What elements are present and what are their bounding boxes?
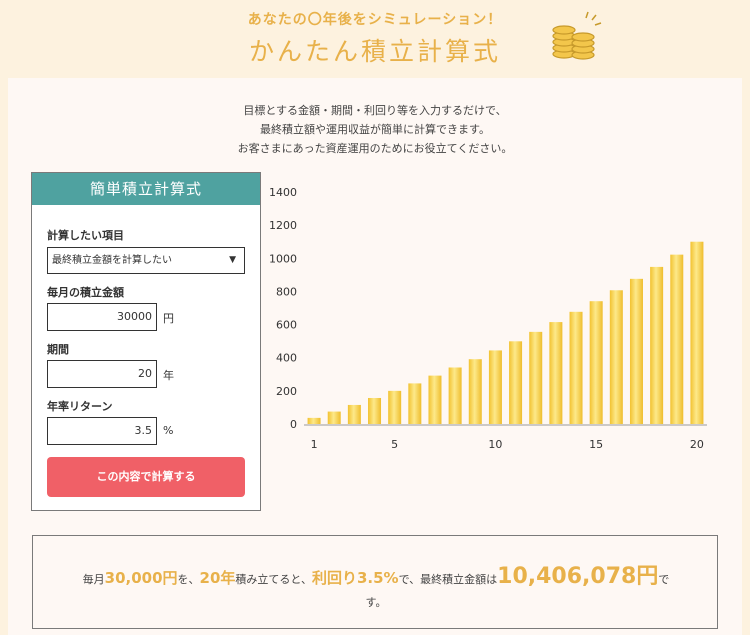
coins-icon	[552, 11, 602, 60]
chart-bar	[650, 266, 664, 424]
result-text-part: で	[658, 573, 670, 586]
x-tick-label: 10	[488, 438, 502, 451]
period-input[interactable]: 20	[47, 360, 157, 388]
result-text-part: 積み立てると、	[235, 573, 312, 586]
monthly-amount-input[interactable]: 30000	[47, 303, 157, 331]
calculate-button[interactable]: この内容で計算する	[47, 457, 245, 497]
return-input[interactable]: 3.5	[47, 417, 157, 445]
period-label: 期間	[47, 343, 69, 356]
monthly-unit: 円	[163, 312, 174, 325]
y-tick-label: 600	[276, 319, 297, 332]
chart-bar	[408, 383, 422, 424]
chart-bar	[529, 331, 543, 424]
y-tick-label: 0	[290, 418, 297, 431]
chart-bar	[327, 411, 341, 424]
chart-bar	[509, 341, 523, 424]
result-text-part: で、最終積立金額は	[398, 573, 498, 586]
chart-bar	[488, 350, 502, 424]
chart-bar	[347, 404, 361, 424]
chart-bar	[690, 241, 704, 424]
y-tick-label: 800	[276, 285, 297, 298]
y-tick-label: 1400	[269, 186, 297, 199]
chart-bar	[549, 322, 563, 424]
chart-bar	[468, 359, 482, 424]
chart-bar	[670, 254, 684, 424]
chart-bar	[368, 397, 382, 424]
result-box: 毎月30,000円を、20年積み立てると、利回り3.5%で、最終積立金額は10,…	[32, 535, 718, 629]
intro-line: 最終積立額や運用収益が簡単に計算できます。	[260, 123, 490, 136]
calculator-form: 簡単積立計算式 計算したい項目 最終積立金額を計算したい ▼ 毎月の積立金額 3…	[31, 172, 261, 511]
chart-bar	[428, 375, 442, 424]
y-tick-label: 1000	[269, 252, 297, 265]
result-years: 20年	[199, 569, 236, 587]
period-unit: 年	[163, 369, 174, 382]
chart-bar	[307, 417, 321, 424]
chart-bar	[609, 290, 623, 424]
chart-bar	[448, 367, 462, 424]
item-select-value: 最終積立金額を計算したい	[52, 255, 172, 266]
header-subtitle: あなたの〇年後をシミュレーション！	[247, 12, 503, 28]
x-tick-label: 5	[391, 438, 398, 451]
intro-line: 目標とする金額・期間・利回り等を入力するだけで、	[243, 104, 507, 117]
return-label: 年率リターン	[47, 400, 113, 413]
item-label: 計算したい項目	[47, 229, 124, 242]
page-title: かんたん積立計算式	[248, 37, 501, 66]
result-text-end: す。	[365, 596, 387, 609]
result-monthly: 30,000円	[104, 569, 178, 587]
chart-bar	[388, 390, 402, 424]
y-tick-label: 400	[276, 352, 297, 365]
y-tick-label: 200	[276, 385, 297, 398]
monthly-label: 毎月の積立金額	[47, 286, 124, 299]
header: あなたの〇年後をシミュレーション！ かんたん積立計算式	[0, 0, 750, 78]
accumulation-chart: 0200400600800100012001400 1 5 10 15 20	[269, 186, 707, 451]
calculator-title: 簡単積立計算式	[32, 173, 260, 205]
chart-bar	[569, 311, 583, 424]
x-tick-label: 20	[690, 438, 704, 451]
return-unit: %	[163, 424, 174, 437]
x-tick-label: 1	[311, 438, 318, 451]
item-select[interactable]: 最終積立金額を計算したい ▼	[47, 247, 245, 274]
result-text-part: を、	[177, 573, 200, 586]
result-total: 10,406,078円	[497, 564, 659, 589]
intro-line: お客さまにあった資産運用のためにお役立てください。	[237, 142, 513, 155]
dropdown-arrow-icon: ▼	[229, 255, 236, 265]
result-text: 毎月30,000円を、20年積み立てると、利回り3.5%で、最終積立金額は10,…	[33, 558, 719, 590]
chart-bar	[589, 301, 603, 424]
result-rate: 利回り3.5%	[311, 569, 399, 587]
x-tick-label: 15	[589, 438, 603, 451]
chart-bar	[629, 278, 643, 424]
result-text-part: 毎月	[82, 573, 105, 586]
y-tick-label: 1200	[269, 219, 297, 232]
intro-text: 目標とする金額・期間・利回り等を入力するだけで、 最終積立額や運用収益が簡単に計…	[0, 101, 750, 158]
